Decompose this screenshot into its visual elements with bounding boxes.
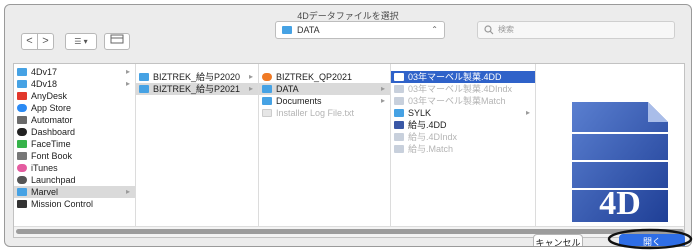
- list-item-highlighted[interactable]: 03年マーベル製菓.4DD: [391, 71, 535, 83]
- 4d-match-file-icon: [394, 97, 404, 105]
- app-store-icon: [17, 104, 27, 112]
- group-icon: [110, 34, 124, 44]
- font-book-icon: [17, 152, 27, 160]
- search-placeholder: 検索: [498, 25, 514, 34]
- list-item[interactable]: iTunes: [14, 162, 135, 174]
- list-item[interactable]: 4Dv18 ▸: [14, 78, 135, 90]
- folder-icon: [282, 26, 292, 34]
- column-data: 03年マーベル製菓.4DD 03年マーベル製菓.4DIndx 03年マーベル製菓…: [391, 64, 536, 229]
- itunes-icon: [17, 164, 27, 172]
- 4d-index-file-icon: [394, 133, 404, 141]
- folder-icon: [262, 85, 272, 93]
- chevron-updown-icon: ⌃: [431, 25, 438, 34]
- 4d-document-preview-icon: 4D: [572, 102, 668, 222]
- folder-icon: [262, 97, 272, 105]
- location-popup[interactable]: DATA ⌃: [275, 21, 445, 39]
- folder-icon: [17, 80, 27, 88]
- list-item: Installer Log File.txt: [259, 107, 390, 119]
- folder-icon: [139, 73, 149, 81]
- launchpad-icon: [17, 176, 27, 184]
- 4d-data-file-icon: [394, 73, 404, 81]
- horizontal-scrollbar[interactable]: [14, 226, 684, 237]
- dashboard-icon: [17, 128, 27, 136]
- list-item: 03年マーベル製菓Match: [391, 95, 535, 107]
- text-file-icon: [262, 109, 272, 117]
- facetime-icon: [17, 140, 27, 148]
- list-item[interactable]: BIZTREK_QP2021: [259, 71, 390, 83]
- list-item[interactable]: Mission Control: [14, 198, 135, 210]
- chevron-right-icon: ▸: [248, 84, 253, 93]
- mission-control-icon: [17, 200, 27, 208]
- list-item[interactable]: SYLK ▸: [391, 107, 535, 119]
- scrollbar-thumb[interactable]: [16, 229, 684, 234]
- 4d-match-file-icon: [394, 145, 404, 153]
- list-item[interactable]: 4Dv17 ▸: [14, 66, 135, 78]
- folder-icon: [139, 85, 149, 93]
- list-item[interactable]: 給与.4DD: [391, 119, 535, 131]
- automator-icon: [17, 116, 27, 124]
- list-item: 給与.4DIndx: [391, 131, 535, 143]
- forward-button[interactable]: >: [37, 33, 54, 50]
- back-button[interactable]: <: [21, 33, 38, 50]
- list-item[interactable]: Dashboard: [14, 126, 135, 138]
- 4d-data-file-icon: [394, 121, 404, 129]
- app-icon: [262, 73, 272, 81]
- column-browser: 4Dv17 ▸ 4Dv18 ▸ AnyDesk App Store Automato…: [13, 63, 685, 238]
- 4d-logo-text: 4D: [599, 185, 641, 222]
- group-button[interactable]: [104, 33, 130, 50]
- chevron-right-icon: ▸: [380, 84, 385, 93]
- search-field[interactable]: 検索: [477, 21, 675, 39]
- preview-pane: 4D: [536, 64, 684, 229]
- folder-icon: [17, 68, 27, 76]
- list-item: 03年マーベル製菓.4DIndx: [391, 83, 535, 95]
- list-item-selected[interactable]: DATA ▸: [259, 83, 390, 95]
- list-item[interactable]: Automator: [14, 114, 135, 126]
- chevron-right-icon: ▸: [248, 72, 253, 81]
- chevron-right-icon: ▸: [125, 67, 130, 76]
- list-item[interactable]: BIZTREK_給与P2020 ▸: [136, 71, 258, 83]
- list-item-selected[interactable]: Marvel ▸: [14, 186, 135, 198]
- list-item[interactable]: FaceTime: [14, 138, 135, 150]
- anydesk-icon: [17, 92, 27, 100]
- highlight-circle: [607, 228, 693, 250]
- search-icon: [484, 25, 494, 35]
- list-item[interactable]: AnyDesk: [14, 90, 135, 102]
- column-marvel: BIZTREK_給与P2020 ▸ BIZTREK_給与P2021 ▸: [136, 64, 259, 229]
- view-mode-button[interactable]: ☰ ▾: [65, 33, 97, 50]
- list-item-selected[interactable]: BIZTREK_給与P2021 ▸: [136, 83, 258, 95]
- folder-icon: [394, 109, 404, 117]
- list-item[interactable]: Launchpad: [14, 174, 135, 186]
- location-label: DATA: [297, 25, 320, 35]
- chevron-right-icon: ▸: [125, 79, 130, 88]
- file-open-dialog: 4Dデータファイルを選択 < > ☰ ▾ DATA ⌃ 検索 4Dv17 ▸ 4D…: [4, 4, 692, 247]
- list-item[interactable]: Font Book: [14, 150, 135, 162]
- list-item[interactable]: App Store: [14, 102, 135, 114]
- folder-icon: [17, 188, 27, 196]
- list-item[interactable]: Documents ▸: [259, 95, 390, 107]
- list-item: 給与.Match: [391, 143, 535, 155]
- column-applications: 4Dv17 ▸ 4Dv18 ▸ AnyDesk App Store Automato…: [14, 64, 136, 229]
- 4d-index-file-icon: [394, 85, 404, 93]
- chevron-right-icon: ▸: [525, 108, 530, 117]
- chevron-right-icon: ▸: [380, 96, 385, 105]
- column-biztrek: BIZTREK_QP2021 DATA ▸ Documents ▸ Installe…: [259, 64, 391, 229]
- cancel-button[interactable]: キャンセル: [533, 234, 583, 246]
- chevron-right-icon: ▸: [125, 187, 130, 196]
